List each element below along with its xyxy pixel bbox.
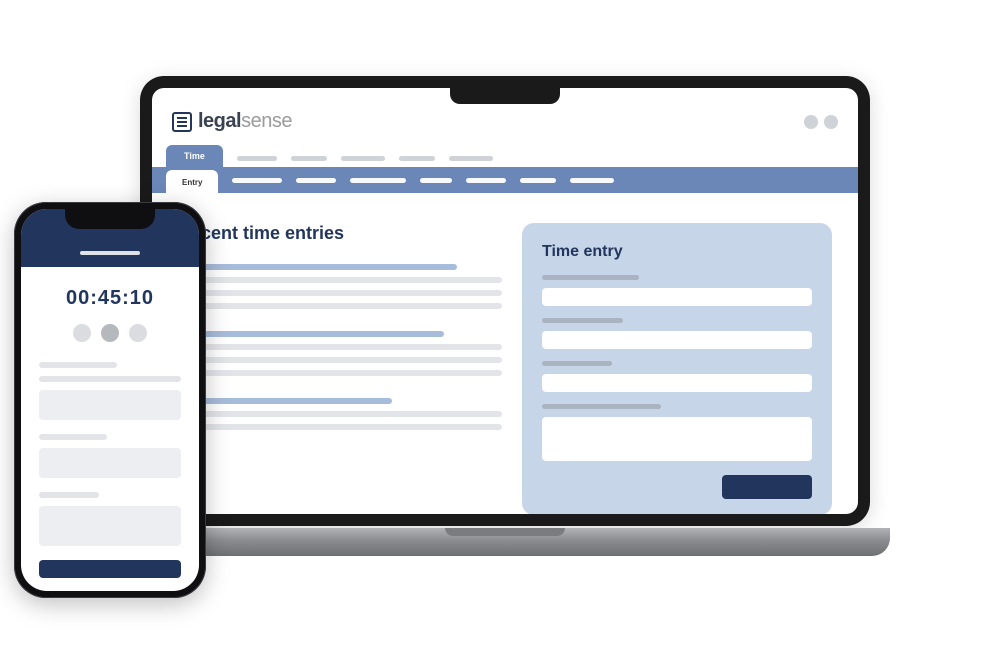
field-label <box>39 434 107 440</box>
placeholder-line <box>178 264 457 270</box>
nav-item[interactable] <box>291 156 327 161</box>
laptop-notch <box>450 88 560 104</box>
placeholder-line <box>178 277 502 283</box>
laptop-base <box>120 528 890 556</box>
subnav-item[interactable] <box>520 178 556 183</box>
form-field[interactable] <box>542 374 812 392</box>
tab-time[interactable]: Time <box>166 145 223 167</box>
placeholder-line <box>178 344 502 350</box>
nav-item[interactable] <box>449 156 493 161</box>
phone-screen: 00:45:10 <box>21 209 199 591</box>
primary-nav: Time <box>152 143 858 167</box>
placeholder-line <box>178 424 502 430</box>
brand-name: legalsense <box>198 110 292 133</box>
main-content: Recent time entries <box>152 193 858 514</box>
placeholder-line <box>178 357 502 363</box>
subnav-item[interactable] <box>296 178 336 183</box>
recent-entries-panel: Recent time entries <box>178 223 502 514</box>
placeholder-line <box>178 398 392 404</box>
control-button-3[interactable] <box>129 324 147 342</box>
phone-device: 00:45:10 <box>14 202 206 598</box>
nav-item[interactable] <box>399 156 435 161</box>
subtab-entry[interactable]: Entry <box>166 170 218 193</box>
nav-item[interactable] <box>237 156 277 161</box>
subnav-item[interactable] <box>232 178 282 183</box>
field-label <box>542 275 639 280</box>
placeholder-line <box>178 411 502 417</box>
topbar-action-2[interactable] <box>824 115 838 129</box>
entry-block[interactable] <box>178 331 502 376</box>
subnav-item[interactable] <box>570 178 614 183</box>
recent-entries-heading: Recent time entries <box>178 223 502 244</box>
document-icon <box>172 112 192 132</box>
laptop-body: legalsense Time Entry <box>140 76 870 526</box>
timer-display: 00:45:10 <box>39 287 181 310</box>
submit-button[interactable] <box>39 560 181 578</box>
form-textarea[interactable] <box>39 506 181 546</box>
topbar-action-1[interactable] <box>804 115 818 129</box>
form-field[interactable] <box>39 448 181 478</box>
entry-block[interactable] <box>178 398 502 430</box>
topbar-actions <box>804 115 838 129</box>
subnav-item[interactable] <box>466 178 506 183</box>
subnav-item[interactable] <box>420 178 452 183</box>
laptop-base-notch <box>445 528 565 536</box>
field-label <box>542 318 623 323</box>
placeholder-line <box>178 303 502 309</box>
control-button-2[interactable] <box>101 324 119 342</box>
field-label <box>39 492 99 498</box>
submit-button[interactable] <box>722 475 812 499</box>
time-entry-form: Time entry <box>522 223 832 514</box>
laptop-screen: legalsense Time Entry <box>152 88 858 514</box>
field-label <box>542 404 661 409</box>
field-label <box>39 362 117 368</box>
phone-notch <box>65 209 155 229</box>
form-field[interactable] <box>39 390 181 420</box>
form-field[interactable] <box>542 331 812 349</box>
form-field[interactable] <box>542 288 812 306</box>
nav-item[interactable] <box>341 156 385 161</box>
phone-content: 00:45:10 <box>21 267 199 588</box>
brand-logo[interactable]: legalsense <box>172 110 292 133</box>
form-textarea[interactable] <box>542 417 812 461</box>
subnav-item[interactable] <box>350 178 406 183</box>
entry-block[interactable] <box>178 264 502 309</box>
secondary-nav: Entry <box>152 167 858 193</box>
placeholder-line <box>39 376 181 382</box>
laptop-device: legalsense Time Entry <box>140 76 870 556</box>
form-heading: Time entry <box>542 243 812 261</box>
placeholder-line <box>178 370 502 376</box>
field-label <box>542 361 612 366</box>
placeholder-line <box>178 290 502 296</box>
control-button-1[interactable] <box>73 324 91 342</box>
timer-controls <box>39 324 181 342</box>
placeholder-line <box>178 331 444 337</box>
